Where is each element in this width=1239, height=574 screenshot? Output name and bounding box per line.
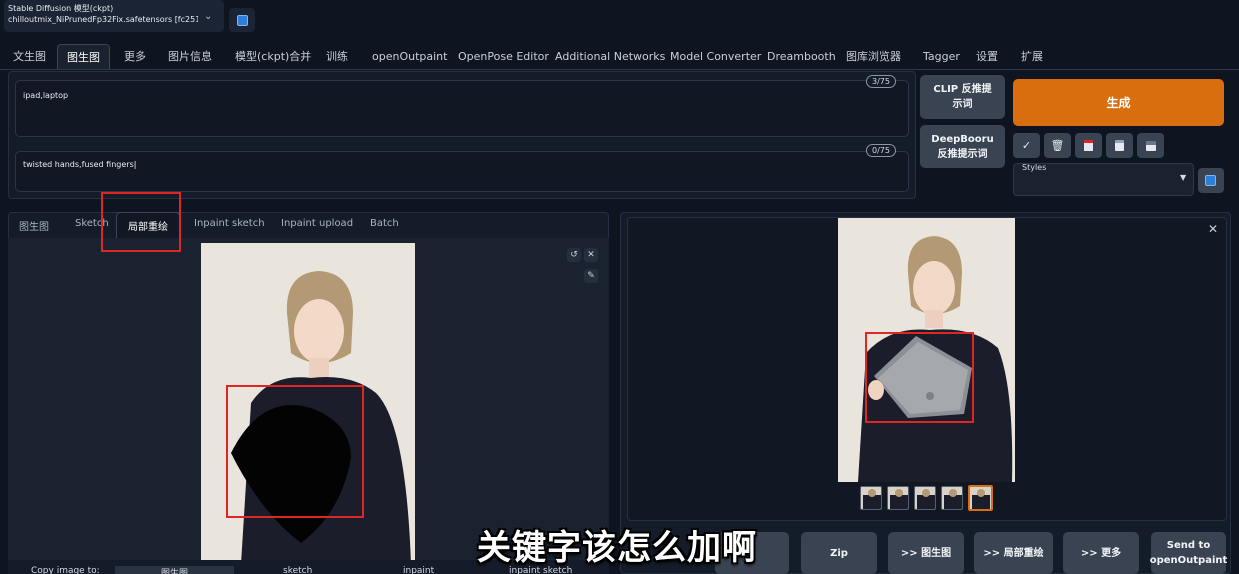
subtab-batch[interactable]: Batch xyxy=(370,218,399,229)
copy-to-img2img-button[interactable]: 图生图 xyxy=(115,566,235,574)
trash-icon: 🗑 xyxy=(1050,139,1065,152)
save-icon xyxy=(1145,140,1156,151)
negative-prompt-text: twisted hands,fused fingers| xyxy=(23,160,137,169)
tab-checkpoint-merger[interactable]: 模型(ckpt)合并 xyxy=(235,44,311,70)
send-to-openoutpaint-button[interactable]: Send to openOutpaint xyxy=(1150,532,1227,574)
gallery-thumbnail[interactable] xyxy=(941,486,963,510)
gallery-thumbnail[interactable] xyxy=(860,486,882,510)
highlight-inpaint-tab xyxy=(101,192,181,252)
brush-icon[interactable]: ✎ xyxy=(584,269,598,283)
undo-icon[interactable]: ↺ xyxy=(567,248,581,262)
save-style-button[interactable] xyxy=(1137,133,1164,158)
tab-image-browser[interactable]: 图库浏览器 xyxy=(846,44,901,70)
tab-model-converter[interactable]: Model Converter xyxy=(670,44,761,70)
subtab-img2img[interactable]: 图生图 xyxy=(19,218,49,233)
send-to-img2img-button[interactable]: >> 图生图 xyxy=(888,532,964,574)
send-to-inpaint-button[interactable]: >> 局部重绘 xyxy=(974,532,1053,574)
clipboard-icon xyxy=(1115,140,1124,151)
positive-prompt-text: ipad,laptop xyxy=(23,91,69,100)
tab-tagger[interactable]: Tagger xyxy=(923,44,960,70)
deepbooru-interrogate-button[interactable]: DeepBooru 反推提示词 xyxy=(920,125,1005,168)
generate-button[interactable]: 生成 xyxy=(1013,79,1224,126)
negative-token-counter: 0/75 xyxy=(866,144,896,157)
bookmark-icon xyxy=(1084,140,1093,151)
tabs-divider xyxy=(0,69,1239,70)
tab-additional-networks[interactable]: Additional Networks xyxy=(555,44,665,70)
model-selector-label: Stable Diffusion 模型(ckpt) xyxy=(8,4,114,13)
refresh-icon xyxy=(1205,175,1216,186)
tab-img2img[interactable]: 图生图 xyxy=(57,44,110,70)
gallery-thumbnail-selected[interactable] xyxy=(968,485,993,511)
send-to-extras-button[interactable]: >> 更多 xyxy=(1063,532,1139,574)
refresh-styles-button[interactable] xyxy=(1198,168,1224,193)
tab-openoutpaint[interactable]: openOutpaint xyxy=(372,44,447,70)
clear-prompt-button[interactable]: 🗑 xyxy=(1044,133,1071,158)
model-selector-value[interactable]: chilloutmix_NiPrunedFp32Fix.safetensors … xyxy=(8,15,198,24)
copy-image-label: Copy image to: xyxy=(31,566,100,574)
apply-style-button[interactable]: ✓ xyxy=(1013,133,1040,158)
tab-txt2img[interactable]: 文生图 xyxy=(13,44,46,70)
clip-interrogate-button[interactable]: CLIP 反推提示词 xyxy=(920,75,1005,119)
tab-extensions[interactable]: 扩展 xyxy=(1021,44,1043,70)
copy-to-sketch-button[interactable]: sketch xyxy=(283,566,312,574)
refresh-model-button[interactable] xyxy=(229,8,255,32)
gallery-thumbnail[interactable] xyxy=(887,486,909,510)
main-tabs: 文生图 图生图 更多 图片信息 模型(ckpt)合并 训练 openOutpai… xyxy=(0,44,1239,70)
close-icon[interactable]: ✕ xyxy=(1208,222,1218,236)
paste-params-button[interactable] xyxy=(1106,133,1133,158)
tab-settings[interactable]: 设置 xyxy=(976,44,998,70)
tab-train[interactable]: 训练 xyxy=(326,44,348,70)
subtab-inpaint-sketch[interactable]: Inpaint sketch xyxy=(194,218,265,229)
close-icon[interactable]: ✕ xyxy=(584,248,598,262)
video-subtitle: 关键字该怎么加啊 xyxy=(477,528,757,568)
styles-label: Styles xyxy=(1022,163,1047,172)
gallery-thumbnail[interactable] xyxy=(914,486,936,510)
subtab-inpaint-upload[interactable]: Inpaint upload xyxy=(281,218,353,229)
negative-prompt-input[interactable] xyxy=(15,151,909,192)
chevron-down-icon[interactable]: ⌄ xyxy=(204,11,212,22)
tab-openpose-editor[interactable]: OpenPose Editor xyxy=(458,44,549,70)
tab-extras[interactable]: 更多 xyxy=(124,44,146,70)
tab-dreambooth[interactable]: Dreambooth xyxy=(767,44,836,70)
tab-png-info[interactable]: 图片信息 xyxy=(168,44,212,70)
highlight-result-region xyxy=(865,332,974,423)
caret-down-icon[interactable]: ▼ xyxy=(1180,173,1186,182)
refresh-icon xyxy=(237,15,248,26)
copy-to-inpaint-button[interactable]: inpaint xyxy=(403,566,434,574)
check-icon: ✓ xyxy=(1021,139,1032,152)
positive-token-counter: 3/75 xyxy=(866,75,896,88)
zip-button[interactable]: Zip xyxy=(801,532,877,574)
positive-prompt-input[interactable] xyxy=(15,80,909,137)
extra-networks-button[interactable] xyxy=(1075,133,1102,158)
highlight-mask-region xyxy=(226,385,364,518)
